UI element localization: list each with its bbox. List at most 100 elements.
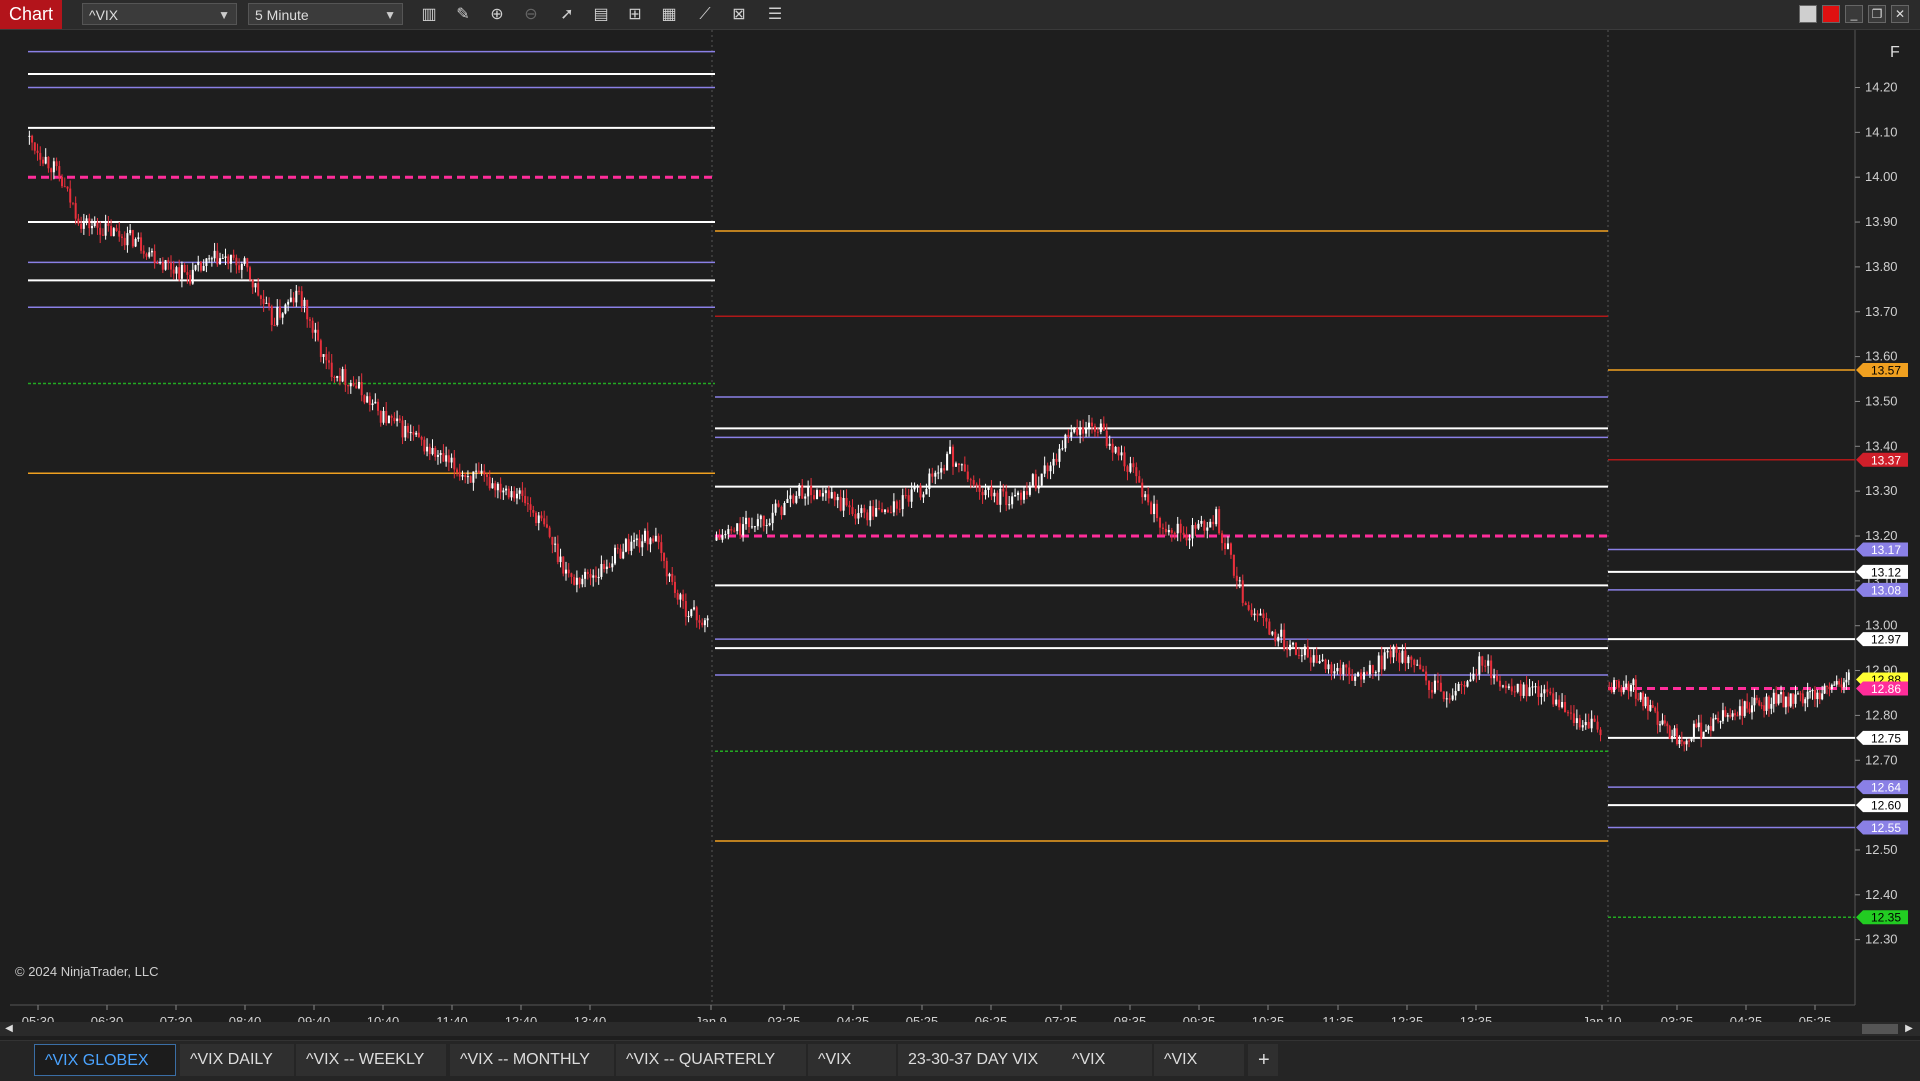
candle-body [469,476,472,483]
candle-body [1173,532,1176,534]
f-label[interactable]: F [1890,44,1900,62]
candle-body [524,495,527,504]
color-icon[interactable] [1822,5,1840,23]
data-box-icon[interactable]: ⊠ [728,4,750,26]
scroll-left-icon[interactable]: ◀ [2,1022,16,1036]
scroll-right-icon[interactable]: ▶ [1902,1022,1916,1036]
candle-body [458,472,461,477]
candle-body [464,475,467,478]
tab-vix-monthly[interactable]: ^VIX -- MONTHLY [450,1044,614,1076]
panel-icon[interactable] [1799,5,1817,23]
candle-body [1218,509,1221,534]
candle-body [1141,482,1144,498]
tab-vix-3[interactable]: ^VIX [1154,1044,1244,1076]
candle-body [1203,520,1206,531]
indicators-icon[interactable]: ⊞ [624,4,646,26]
candle-body [28,135,31,137]
candle-body [774,503,777,513]
candle-body [845,497,848,506]
zoom-out-icon[interactable]: ⊖ [520,4,542,26]
tab-day-vix[interactable]: 23-30-37 DAY VIX [898,1044,1068,1076]
candle-body [191,269,194,284]
candle-body [657,535,660,543]
candle-body [928,473,931,489]
draw-pencil-icon[interactable]: ✎ [452,4,474,26]
strategies-icon[interactable]: ▦ [658,4,680,26]
candle-body [1451,695,1454,700]
minimize-icon[interactable]: _ [1845,5,1863,23]
pointer-icon[interactable]: ➚ [556,4,578,26]
candle-body [925,488,928,495]
tab-vix-2[interactable]: ^VIX [1062,1044,1152,1076]
candle-body [347,385,350,387]
candle-body [695,607,698,621]
candle-body [963,464,966,472]
candle-body [292,297,295,303]
candle-body [1153,503,1156,515]
candle-body [1726,715,1729,717]
candle-body [1569,712,1572,714]
candle-body [1777,694,1780,704]
candle-body [120,236,123,238]
tab-vix-quarterly[interactable]: ^VIX -- QUARTERLY [616,1044,806,1076]
candle-body [815,490,819,500]
candle-body [1055,458,1058,462]
templates-icon[interactable]: ▤ [590,4,612,26]
candle-body [619,548,622,559]
candle-body [786,498,789,503]
candle-body [554,543,557,545]
tab-vix-weekly[interactable]: ^VIX -- WEEKLY [296,1044,446,1076]
candle-body [1398,652,1401,663]
candle-body [357,382,360,389]
candle-body [660,542,663,554]
tab-vix-globex[interactable]: ^VIX GLOBEX [34,1044,176,1076]
candle-body [1442,691,1445,700]
y-tick-label: 13.30 [1865,483,1898,498]
candle-body [1596,721,1599,730]
candle-body [881,509,884,513]
add-tab-button[interactable]: + [1248,1044,1278,1076]
candle-body [1811,690,1814,692]
candle-body [208,258,211,260]
candle-body [1755,697,1758,701]
chart-canvas[interactable]: 14.20 14.10 14.00 13.90 13.80 13.70 13.60 13.50… [10,30,1920,1030]
candle-body [1025,491,1028,495]
app-title[interactable]: Chart [0,0,62,29]
candle-body [821,493,824,497]
candle-body [727,529,730,535]
tab-bar: ^VIX GLOBEX ^VIX DAILY ^VIX -- WEEKLY ^V… [0,1040,1920,1081]
candle-body [112,228,115,236]
candle-body [1750,705,1753,713]
candle-body [1348,667,1351,676]
candle-body [1064,434,1067,449]
candle-body [328,360,331,363]
close-icon[interactable]: ✕ [1891,5,1909,23]
candle-body [355,385,358,389]
candle-body [1416,664,1419,666]
drawing-tools-icon[interactable]: ⟋ [694,4,716,26]
candle-body [1656,711,1659,725]
candle-body [1830,684,1833,690]
tab-vix[interactable]: ^VIX [808,1044,896,1076]
candle-body [594,575,597,578]
candle-body [1809,691,1812,693]
candle-body [306,299,309,320]
candle-body [567,569,570,574]
candle-body [1666,723,1669,727]
candle-body [848,505,851,508]
candle-body [652,538,655,542]
candle-body [1528,687,1531,697]
candle-body [1707,726,1710,730]
instrument-selector[interactable]: ^VIX ▼ [82,3,237,25]
properties-icon[interactable]: ☰ [764,4,786,26]
interval-selector[interactable]: 5 Minute ▼ [248,3,403,25]
chart-panel[interactable]: 14.20 14.10 14.00 13.90 13.80 13.70 13.60 13.50… [10,30,1920,1030]
zoom-in-icon[interactable]: ⊕ [486,4,508,26]
restore-icon[interactable]: ❐ [1868,5,1886,23]
horizontal-scrollbar[interactable]: ◀ ▶ [0,1022,1920,1036]
tab-vix-daily[interactable]: ^VIX DAILY [180,1044,294,1076]
bar-type-icon[interactable]: ▥ [418,4,440,26]
candle-body [1067,434,1070,437]
scroll-thumb[interactable] [1862,1024,1898,1034]
candle-body [1818,692,1821,700]
